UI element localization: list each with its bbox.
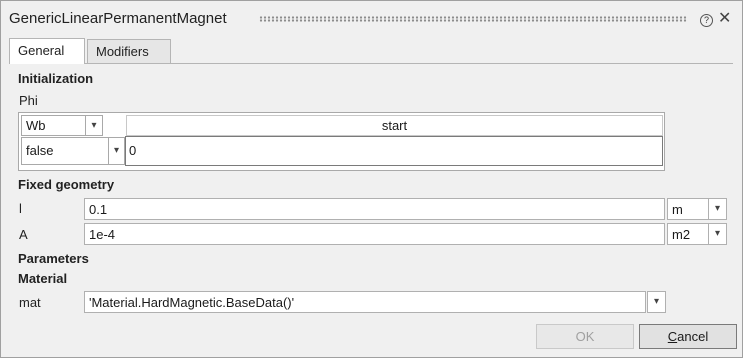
- section-parameters: Parameters: [18, 251, 89, 266]
- param-l-label: l: [19, 201, 22, 216]
- phi-label: Phi: [19, 93, 38, 108]
- param-l-input[interactable]: 0.1: [84, 198, 665, 220]
- param-mat-input[interactable]: 'Material.HardMagnetic.BaseData()': [84, 291, 646, 313]
- phi-start-table: Wb ▾ start false ▾ 0: [18, 112, 665, 171]
- param-l-unit-select[interactable]: m: [667, 198, 709, 220]
- phi-unit-select[interactable]: Wb: [21, 115, 87, 136]
- cancel-button[interactable]: Cancel: [639, 324, 737, 349]
- phi-start-input[interactable]: 0: [125, 136, 663, 166]
- chevron-down-icon[interactable]: ▾: [708, 198, 727, 220]
- param-a-label: A: [19, 227, 28, 242]
- tab-modifiers[interactable]: Modifiers: [87, 39, 171, 63]
- section-fixed-geometry: Fixed geometry: [18, 177, 115, 192]
- param-a-input[interactable]: 1e-4: [84, 223, 665, 245]
- phi-fixed-select[interactable]: false: [21, 137, 110, 165]
- chevron-down-icon[interactable]: ▾: [108, 137, 125, 165]
- general-panel: [9, 63, 733, 318]
- drag-grip[interactable]: [259, 16, 687, 22]
- tab-general[interactable]: General: [9, 38, 85, 64]
- chevron-down-icon[interactable]: ▾: [85, 115, 103, 136]
- title-bar[interactable]: GenericLinearPermanentMagnet ? ✕: [1, 1, 742, 35]
- section-initialization: Initialization: [18, 71, 94, 86]
- chevron-down-icon[interactable]: ▾: [708, 223, 727, 245]
- param-mat-label: mat: [19, 295, 41, 310]
- section-material: Material: [18, 271, 68, 286]
- help-icon[interactable]: ?: [700, 14, 713, 27]
- start-column-header: start: [126, 115, 663, 136]
- dialog-title: GenericLinearPermanentMagnet: [9, 10, 227, 27]
- ok-button[interactable]: OK: [536, 324, 634, 349]
- param-a-unit-select[interactable]: m2: [667, 223, 709, 245]
- chevron-down-icon[interactable]: ▾: [647, 291, 666, 313]
- close-icon[interactable]: ✕: [718, 11, 731, 27]
- dialog-window: GenericLinearPermanentMagnet ? ✕ General…: [0, 0, 743, 358]
